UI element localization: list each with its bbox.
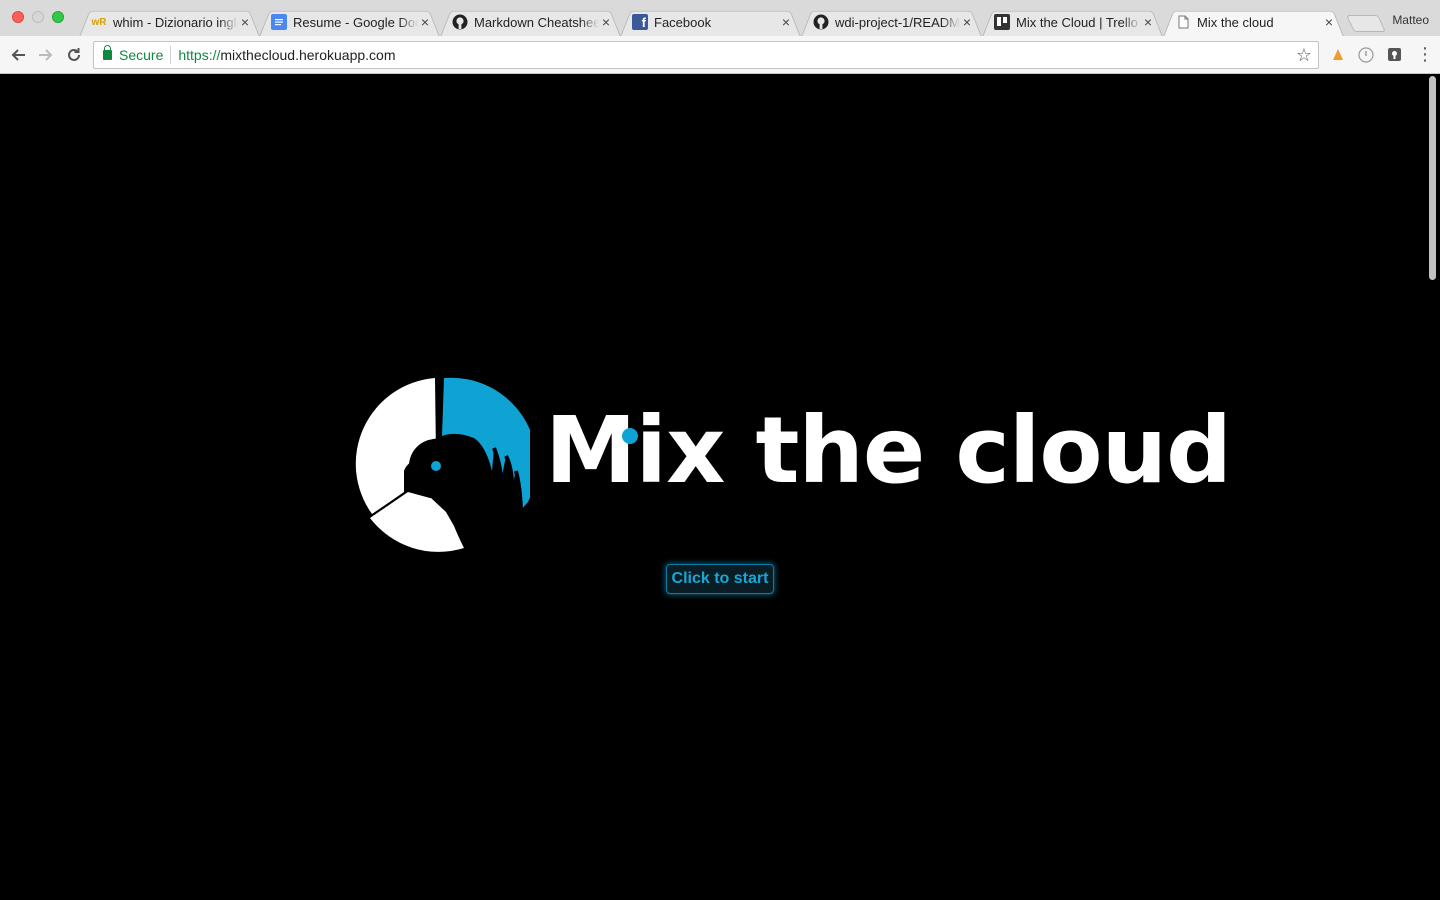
tab-close-icon[interactable]: ×: [418, 14, 432, 30]
menu-icon[interactable]: ⋮: [1416, 44, 1434, 64]
tab-close-icon[interactable]: ×: [1322, 14, 1336, 30]
close-window-button[interactable]: [12, 11, 24, 23]
wordreference-icon: wR: [91, 16, 107, 28]
tab-title: Mix the cloud: [1197, 14, 1274, 30]
secure-label: Secure: [119, 47, 164, 63]
page-viewport: Mix the cloud Click to start: [0, 74, 1440, 900]
trello-icon: [994, 14, 1010, 30]
tab-markdown-cheatsheet[interactable]: Markdown Cheatsheet ×: [440, 7, 621, 38]
tab-title: Markdown Cheatsheet: [474, 14, 599, 30]
tab-title: Mix the Cloud | Trello: [1016, 14, 1138, 30]
tab-close-icon[interactable]: ×: [960, 14, 974, 30]
browser-tab-strip: wR whim - Dizionario inglese × Resume - …: [0, 0, 1440, 38]
tab-title: whim - Dizionario inglese: [113, 14, 238, 30]
tab-title: Resume - Google Docs: [293, 14, 418, 30]
scrollbar[interactable]: [1425, 74, 1440, 900]
logo-mark-icon: [346, 376, 537, 557]
tab-mix-the-cloud[interactable]: Mix the cloud ×: [1163, 7, 1344, 38]
extension-icon[interactable]: [1329, 46, 1346, 63]
profile-name[interactable]: Matteo: [1392, 13, 1429, 27]
github-icon: [813, 14, 829, 30]
tab-mix-the-cloud-trello[interactable]: Mix the Cloud | Trello ×: [982, 7, 1163, 38]
tab-close-icon[interactable]: ×: [599, 14, 613, 30]
tab-facebook[interactable]: f Facebook ×: [620, 7, 801, 38]
address-bar[interactable]: Secure https:// mixthecloud.herokuapp.co…: [93, 41, 1319, 69]
tab-whim-dizionario[interactable]: wR whim - Dizionario inglese ×: [79, 7, 260, 38]
scrollbar-thumb[interactable]: [1429, 76, 1436, 280]
new-tab-button[interactable]: [1346, 15, 1386, 32]
extension-icon[interactable]: [1386, 46, 1403, 63]
tab-title: wdi-project-1/README: [835, 14, 960, 30]
minimize-window-button[interactable]: [32, 11, 44, 23]
back-icon[interactable]: [8, 45, 28, 65]
google-docs-icon: [271, 14, 287, 30]
forward-icon[interactable]: [36, 45, 56, 65]
page-icon: [1175, 14, 1191, 30]
bookmark-star-icon[interactable]: ☆: [1296, 45, 1312, 66]
lock-icon: [103, 45, 112, 60]
tab-close-icon[interactable]: ×: [1141, 14, 1155, 30]
url-scheme: https://: [178, 47, 221, 63]
tab-close-icon[interactable]: ×: [238, 14, 252, 30]
tab-close-icon[interactable]: ×: [779, 14, 793, 30]
tab-wdi-project-readme[interactable]: wdi-project-1/README ×: [801, 7, 982, 38]
reload-icon[interactable]: [64, 45, 84, 65]
facebook-icon: f: [632, 14, 648, 30]
tab-title: Facebook: [654, 14, 712, 30]
tab-resume-google-docs[interactable]: Resume - Google Docs ×: [259, 7, 440, 38]
github-icon: [452, 14, 468, 30]
divider: [170, 46, 172, 64]
url-host: mixthecloud.herokuapp.com: [220, 47, 396, 63]
browser-toolbar: Secure https:// mixthecloud.herokuapp.co…: [0, 36, 1440, 74]
extension-icon[interactable]: [1357, 46, 1374, 63]
start-button[interactable]: Click to start: [666, 564, 774, 594]
logo-accent-dot: [622, 428, 638, 444]
maximize-window-button[interactable]: [52, 11, 64, 23]
logo-wordmark: Mix the cloud: [545, 397, 1232, 504]
